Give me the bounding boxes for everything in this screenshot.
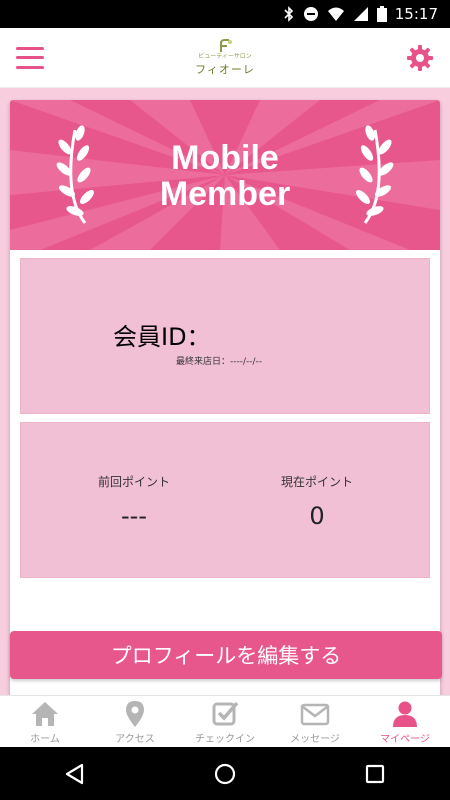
tab-message[interactable]: メッセージ: [270, 696, 360, 747]
tab-checkin-label: チェックイン: [195, 734, 255, 745]
current-points: 現在ポイント 0: [247, 473, 387, 530]
tab-home[interactable]: ホーム: [0, 696, 90, 747]
checkbox-icon: [212, 701, 239, 726]
previous-points-value: ---: [121, 502, 147, 530]
bottom-tab-bar: ホーム アクセス チェックイン メッセージ マイページ: [0, 695, 450, 747]
tab-mypage-label: マイページ: [380, 734, 430, 745]
logo-leaf-icon: [220, 38, 232, 52]
back-button[interactable]: [25, 747, 125, 800]
tab-access-label: アクセス: [115, 734, 155, 745]
app-logo: ビューティーサロン フィオーレ: [195, 38, 255, 77]
tab-home-label: ホーム: [30, 734, 60, 745]
menu-icon[interactable]: [16, 46, 44, 69]
logo-subtitle: ビューティーサロン: [198, 52, 252, 60]
user-icon: [393, 701, 417, 727]
tab-mypage[interactable]: マイページ: [360, 696, 450, 747]
app-bar: ビューティーサロン フィオーレ: [0, 28, 450, 88]
system-nav-bar: [0, 747, 450, 800]
current-points-value: 0: [309, 502, 325, 530]
points-panel: 前回ポイント --- 現在ポイント 0: [20, 422, 430, 578]
main-content: Mobile Member 会員ID： 最終来店日：----/--/-- 前回ポ…: [0, 88, 450, 700]
signal-icon: [353, 7, 368, 21]
wifi-icon: [327, 7, 344, 21]
current-points-label: 現在ポイント: [280, 475, 353, 489]
recents-button[interactable]: [325, 747, 425, 800]
tab-message-label: メッセージ: [290, 734, 340, 745]
do-not-disturb-icon: [303, 7, 318, 21]
previous-points-label: 前回ポイント: [97, 475, 170, 489]
home-circle-icon: [214, 763, 236, 784]
member-id-panel: 会員ID： 最終来店日：----/--/--: [20, 258, 430, 414]
last-visit-date: 最終来店日：----/--/--: [176, 357, 263, 367]
back-icon: [65, 763, 84, 784]
status-bar: 15:17: [0, 0, 450, 28]
member-id-label: 会員ID：: [113, 323, 211, 351]
laurel-right-icon: [356, 125, 394, 224]
member-banner: Mobile Member: [10, 100, 440, 250]
status-time: 15:17: [394, 5, 438, 23]
map-pin-icon: [126, 701, 144, 727]
previous-points: 前回ポイント ---: [64, 473, 204, 530]
tab-access[interactable]: アクセス: [90, 696, 180, 747]
battery-icon: [376, 6, 387, 22]
logo-text: フィオーレ: [195, 62, 255, 76]
home-button[interactable]: [175, 747, 275, 800]
bluetooth-icon: [284, 6, 293, 22]
home-icon: [32, 702, 58, 726]
recents-icon: [365, 764, 385, 783]
edit-profile-button[interactable]: プロフィールを編集する: [10, 631, 442, 679]
gear-icon[interactable]: [406, 44, 434, 72]
tab-checkin[interactable]: チェックイン: [180, 696, 270, 747]
member-card: Mobile Member 会員ID： 最終来店日：----/--/-- 前回ポ…: [10, 100, 440, 700]
mail-icon: [300, 703, 330, 726]
